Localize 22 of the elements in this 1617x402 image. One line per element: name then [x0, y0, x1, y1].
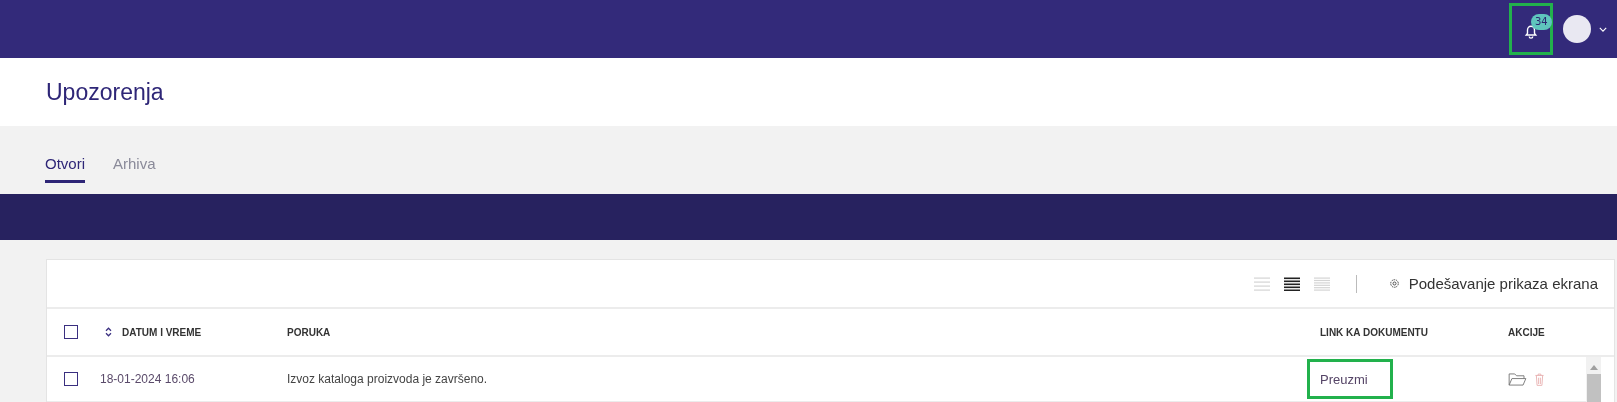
table-cell: 18-01-2024 16:06 [100, 372, 195, 386]
download-link[interactable]: Preuzmi [1320, 371, 1368, 387]
chevron-down-icon[interactable] [1599, 26, 1607, 32]
checkbox[interactable] [64, 325, 78, 339]
notification-badge: 34 [1531, 14, 1552, 30]
list-density-icon[interactable] [1283, 276, 1300, 291]
column-header: LINK KA DOKUMENTU [1320, 326, 1428, 338]
settings-icon [1388, 278, 1400, 289]
page-title: Upozorenja [46, 78, 164, 106]
settings-button[interactable]: Podešavanje prikaza ekrana [1388, 275, 1598, 292]
folder-icon[interactable] [1508, 372, 1527, 386]
avatar[interactable] [1563, 15, 1591, 43]
column-header: AKCIJE [1508, 326, 1545, 338]
bell-icon[interactable] [1524, 25, 1538, 39]
checkbox[interactable] [64, 372, 78, 386]
tab[interactable]: Otvori [45, 149, 85, 183]
column-header[interactable]: DATUM I VREME [122, 326, 202, 338]
scrollbar-thumb[interactable] [1586, 374, 1601, 402]
sort-icon[interactable] [105, 327, 112, 337]
column-header: PORUKA [287, 326, 331, 338]
table-cell: Izvoz kataloga proizvoda je završeno. [287, 372, 488, 386]
scrollbar[interactable] [1586, 357, 1601, 402]
